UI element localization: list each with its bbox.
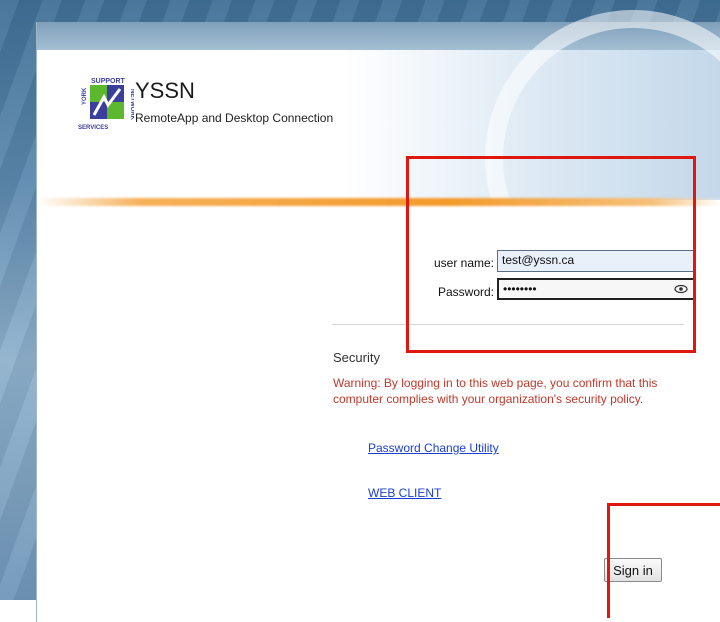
web-client-link[interactable]: WEB CLIENT [368,486,441,500]
security-warning: Warning: By logging in to this web page,… [333,376,658,406]
password-change-link[interactable]: Password Change Utility [368,441,499,455]
highlight-box-credentials [406,156,696,353]
svg-text:NETWORK: NETWORK [129,89,134,121]
security-heading: Security [333,350,380,365]
app-subtitle: RemoteApp and Desktop Connection [135,111,334,125]
svg-text:SUPPORT: SUPPORT [91,78,126,85]
highlight-box-signin [607,503,720,618]
app-title: YSSN [135,78,195,103]
svg-text:YORK: YORK [82,87,88,105]
svg-text:SERVICES: SERVICES [78,125,108,131]
